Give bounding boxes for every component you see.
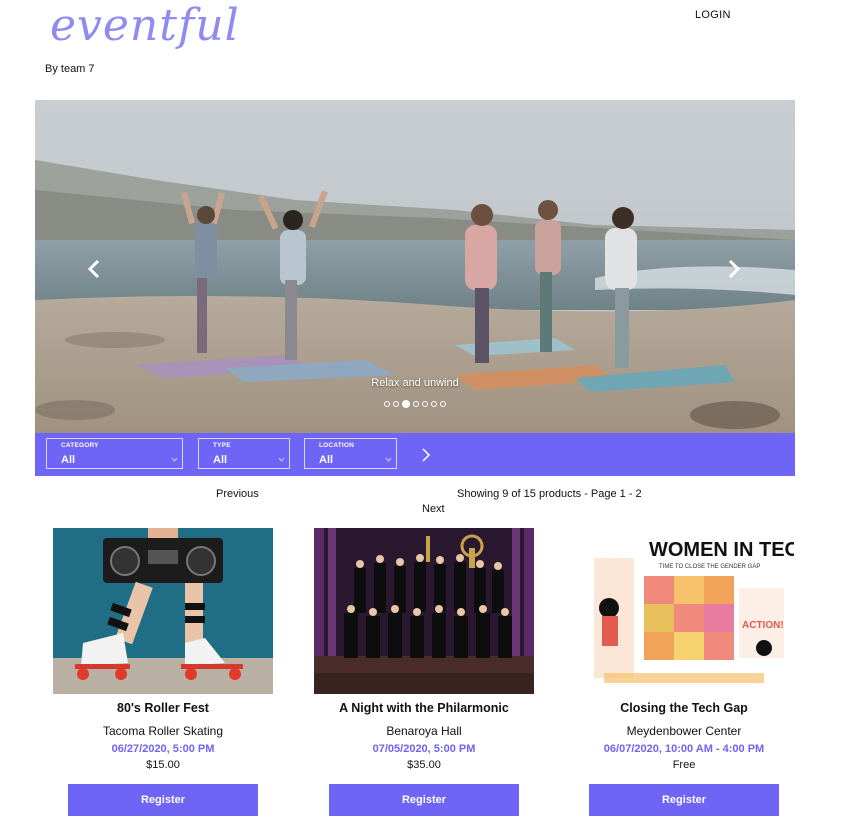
location-filter[interactable]: LOCATION All (304, 438, 397, 469)
next-page-link[interactable]: Next (422, 503, 445, 515)
event-title[interactable]: A Night with the Philarmonic (294, 701, 554, 715)
eventful-logo[interactable]: eventful (50, 0, 250, 52)
event-title[interactable]: 80's Roller Fest (33, 701, 293, 715)
register-button[interactable]: Register (329, 784, 519, 816)
type-filter-label: TYPE (213, 442, 231, 449)
pagination-info: Showing 9 of 15 products - Page 1 - 2 (457, 488, 642, 500)
carousel-prev-icon[interactable] (85, 258, 103, 280)
category-filter-label: CATEGORY (61, 442, 99, 449)
carousel-indicators[interactable] (35, 400, 795, 408)
roller-skates-image (53, 528, 273, 694)
event-price: $15.00 (146, 759, 180, 771)
type-filter[interactable]: TYPE All (198, 438, 290, 469)
byline: By team 7 (45, 63, 95, 75)
chevron-down-icon (171, 457, 178, 462)
category-filter[interactable]: CATEGORY All (46, 438, 183, 469)
carousel-dot[interactable] (413, 401, 419, 407)
event-datetime: 07/05/2020, 5:00 PM (372, 743, 476, 755)
women-in-tech-title: WOMEN IN TECH (649, 539, 794, 561)
category-filter-value: All (61, 454, 76, 466)
event-price: Free (672, 759, 696, 771)
carousel-dot[interactable] (422, 401, 428, 407)
carousel-dot[interactable] (393, 401, 399, 407)
hero-caption: Relax and unwind (371, 377, 459, 389)
hero-carousel: Relax and unwind (35, 100, 795, 433)
chevron-down-icon (278, 457, 285, 462)
event-image[interactable] (53, 528, 273, 694)
event-venue: Meydenbower Center (626, 724, 742, 738)
login-link[interactable]: LOGIN (695, 9, 731, 21)
carousel-dot[interactable] (440, 401, 446, 407)
register-button[interactable]: Register (589, 784, 779, 816)
carousel-dot[interactable] (431, 401, 437, 407)
filter-bar: CATEGORY All TYPE All LOCATION All (35, 433, 795, 476)
chevron-down-icon (385, 457, 392, 462)
location-filter-label: LOCATION (319, 442, 355, 449)
type-filter-value: All (213, 454, 228, 466)
event-venue: Tacoma Roller Skating (102, 724, 224, 738)
event-image[interactable]: WOMEN IN TECH TIME TO CLOSE THE GENDER G… (574, 528, 794, 694)
women-in-tech-image: WOMEN IN TECH TIME TO CLOSE THE GENDER G… (574, 528, 794, 694)
event-title[interactable]: Closing the Tech Gap (554, 701, 814, 715)
women-in-tech-action: ACTION! (742, 620, 784, 631)
carousel-dot-active[interactable] (402, 400, 410, 408)
event-datetime: 06/27/2020, 5:00 PM (111, 743, 215, 755)
register-button[interactable]: Register (68, 784, 258, 816)
event-image[interactable] (314, 528, 534, 694)
carousel-dot[interactable] (384, 401, 390, 407)
women-in-tech-subtitle: TIME TO CLOSE THE GENDER GAP (659, 564, 760, 570)
event-venue: Benaroya Hall (386, 724, 462, 738)
event-datetime: 06/07/2020, 10:00 AM - 4:00 PM (603, 743, 765, 755)
previous-page-link[interactable]: Previous (216, 488, 259, 500)
location-filter-value: All (319, 454, 334, 466)
carousel-next-icon[interactable] (725, 258, 743, 280)
event-price: $35.00 (407, 759, 441, 771)
chevron-right-icon[interactable] (421, 447, 431, 463)
orchestra-image (314, 528, 534, 694)
